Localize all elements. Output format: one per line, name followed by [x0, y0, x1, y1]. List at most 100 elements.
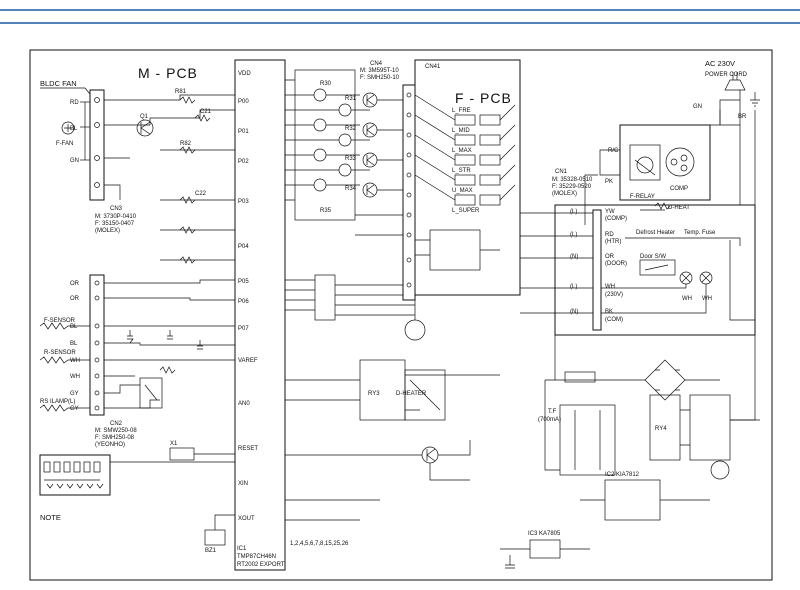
svg-text:OR: OR	[70, 296, 80, 302]
comp-label: COMP	[670, 186, 688, 192]
cn1-side-labels: (L) (L) (N) (L) (N)	[570, 209, 578, 315]
cn41-title: CN41	[425, 64, 441, 70]
relay-ry-small	[139, 377, 163, 409]
svg-text:C22: C22	[195, 191, 207, 197]
svg-text:R35: R35	[320, 208, 332, 214]
motor-comp	[665, 147, 695, 177]
fpcb-title: F - PCB	[455, 90, 512, 106]
svg-text:(N): (N)	[570, 309, 578, 315]
cn2-spec-3: (YEONHO)	[95, 442, 125, 448]
svg-text:R33: R33	[345, 156, 357, 162]
svg-text:P02: P02	[238, 159, 249, 165]
temp-fuse-label: Temp. Fuse	[684, 230, 716, 236]
door-sw-label: Door S/W	[640, 254, 666, 260]
svg-text:R30: R30	[320, 81, 332, 87]
svg-text:WH: WH	[702, 296, 712, 302]
svg-text:L_STR: L_STR	[452, 168, 471, 174]
fpcb-switch-group	[429, 229, 481, 271]
svg-text:AN0: AN0	[238, 401, 250, 407]
ic1-pin-labels: VDD P00 P01 P02 P03 P04 P05 P06 P07 VARE…	[238, 71, 258, 522]
r-sensor-thermistor	[39, 356, 90, 364]
svg-text:U_MAX: U_MAX	[452, 188, 473, 194]
svg-text:L_MAX: L_MAX	[452, 148, 472, 154]
svg-text:GY: GY	[70, 406, 79, 412]
cn3-connector	[89, 89, 105, 201]
thermal-fuse-label: T.F	[548, 409, 557, 415]
bldc-fan-label: BLDC FAN	[40, 79, 77, 88]
svg-text:P04: P04	[238, 244, 249, 250]
resistor-labels-mid: R30 R31 R32 R33 R34 R35	[320, 81, 357, 214]
svg-text:(N): (N)	[570, 254, 578, 260]
ic1-microcontroller	[234, 59, 286, 571]
ac-voltage-label: AC 230V	[705, 59, 735, 68]
svg-text:PK: PK	[605, 179, 613, 185]
svg-text:BZ1: BZ1	[205, 548, 217, 554]
cn1-spec-1: M: 35328-0510	[552, 177, 593, 183]
lamp-indicators	[679, 271, 713, 285]
svg-text:XOUT: XOUT	[238, 516, 255, 522]
svg-text:GN: GN	[70, 158, 79, 164]
svg-text:WH: WH	[682, 296, 692, 302]
note-label: NOTE	[40, 513, 61, 522]
schematic-canvas: BLDC FAN RD BL GN F-FAN CN3 M: 3730P-041…	[0, 0, 800, 581]
cn3-title: CN3	[110, 206, 123, 212]
regulator-ic2	[604, 479, 661, 521]
svg-text:VAREF: VAREF	[238, 358, 258, 364]
transistor-array	[294, 69, 356, 221]
svg-text:R/C: R/C	[608, 148, 619, 154]
cn1-title: CN1	[555, 169, 568, 175]
f-fan-label: F-FAN	[56, 141, 73, 147]
svg-text:Q1: Q1	[140, 114, 149, 120]
relay-housing	[619, 124, 711, 201]
resistor-array-top	[179, 96, 211, 264]
ic1-label: IC1	[237, 546, 247, 552]
bottom-pin-note: 1,2,4,5,6,7,8,15,25,26	[290, 541, 349, 547]
regulator-ic3	[529, 539, 561, 559]
svg-text:R32: R32	[345, 126, 357, 132]
svg-text:P06: P06	[238, 299, 249, 305]
svg-text:R81: R81	[175, 89, 187, 95]
svg-text:RD: RD	[70, 100, 79, 106]
svg-text:(L): (L)	[570, 284, 577, 290]
cn4-title: CN4	[370, 61, 383, 67]
cn1-connector	[592, 209, 602, 331]
svg-text:RY3: RY3	[368, 391, 380, 397]
fuse-f1	[564, 371, 596, 383]
svg-text:P05: P05	[238, 279, 249, 285]
d-heater-label: D-HEATER	[396, 391, 427, 397]
header-band	[0, 0, 800, 26]
svg-text:BL: BL	[70, 324, 78, 330]
svg-text:RESET: RESET	[238, 446, 258, 452]
wire-gn: GN	[693, 104, 702, 110]
svg-text:R34: R34	[345, 186, 357, 192]
svg-text:X1: X1	[170, 441, 178, 447]
svg-text:R82: R82	[180, 141, 192, 147]
r-sensor-label: R-SENSOR	[44, 350, 76, 356]
heater-label: D-HEAT	[668, 205, 690, 211]
svg-text:C21: C21	[200, 109, 212, 115]
transformer-tr1	[559, 404, 616, 476]
svg-text:L_SUPER: L_SUPER	[452, 208, 480, 214]
svg-text:L_MID: L_MID	[452, 128, 470, 134]
svg-text:YW: YW	[605, 209, 615, 215]
wire-br: BR	[738, 114, 747, 120]
svg-text:(COM): (COM)	[605, 317, 623, 323]
cn1-terminals: YW RD OR WH BK (COMP) (HTR) (DOOR) (230V…	[605, 209, 627, 323]
bridge-rectifier	[644, 359, 686, 401]
cn3-spec-2: F: 35150-0407	[95, 221, 135, 227]
svg-text:BL: BL	[70, 341, 78, 347]
svg-text:OR: OR	[605, 254, 615, 260]
svg-text:(L): (L)	[570, 209, 577, 215]
cn2-title: CN2	[110, 421, 123, 427]
cn4-spec-2: F: SMH250-10	[360, 75, 400, 81]
cn2-spec-1: M: SMW250-08	[95, 428, 137, 434]
svg-text:VDD: VDD	[238, 71, 251, 77]
crystal-x1	[169, 447, 195, 461]
signal-bus	[285, 274, 415, 321]
relay-ry3	[359, 359, 406, 421]
cn2-spec-2: F: SMH250-08	[95, 435, 135, 441]
svg-text:IC3 KA7805: IC3 KA7805	[528, 531, 561, 537]
tf-rating: (700mA)	[538, 417, 561, 423]
rs-ilamp-label: RS ILAMP(L)	[40, 399, 75, 405]
svg-text:P01: P01	[238, 129, 249, 135]
